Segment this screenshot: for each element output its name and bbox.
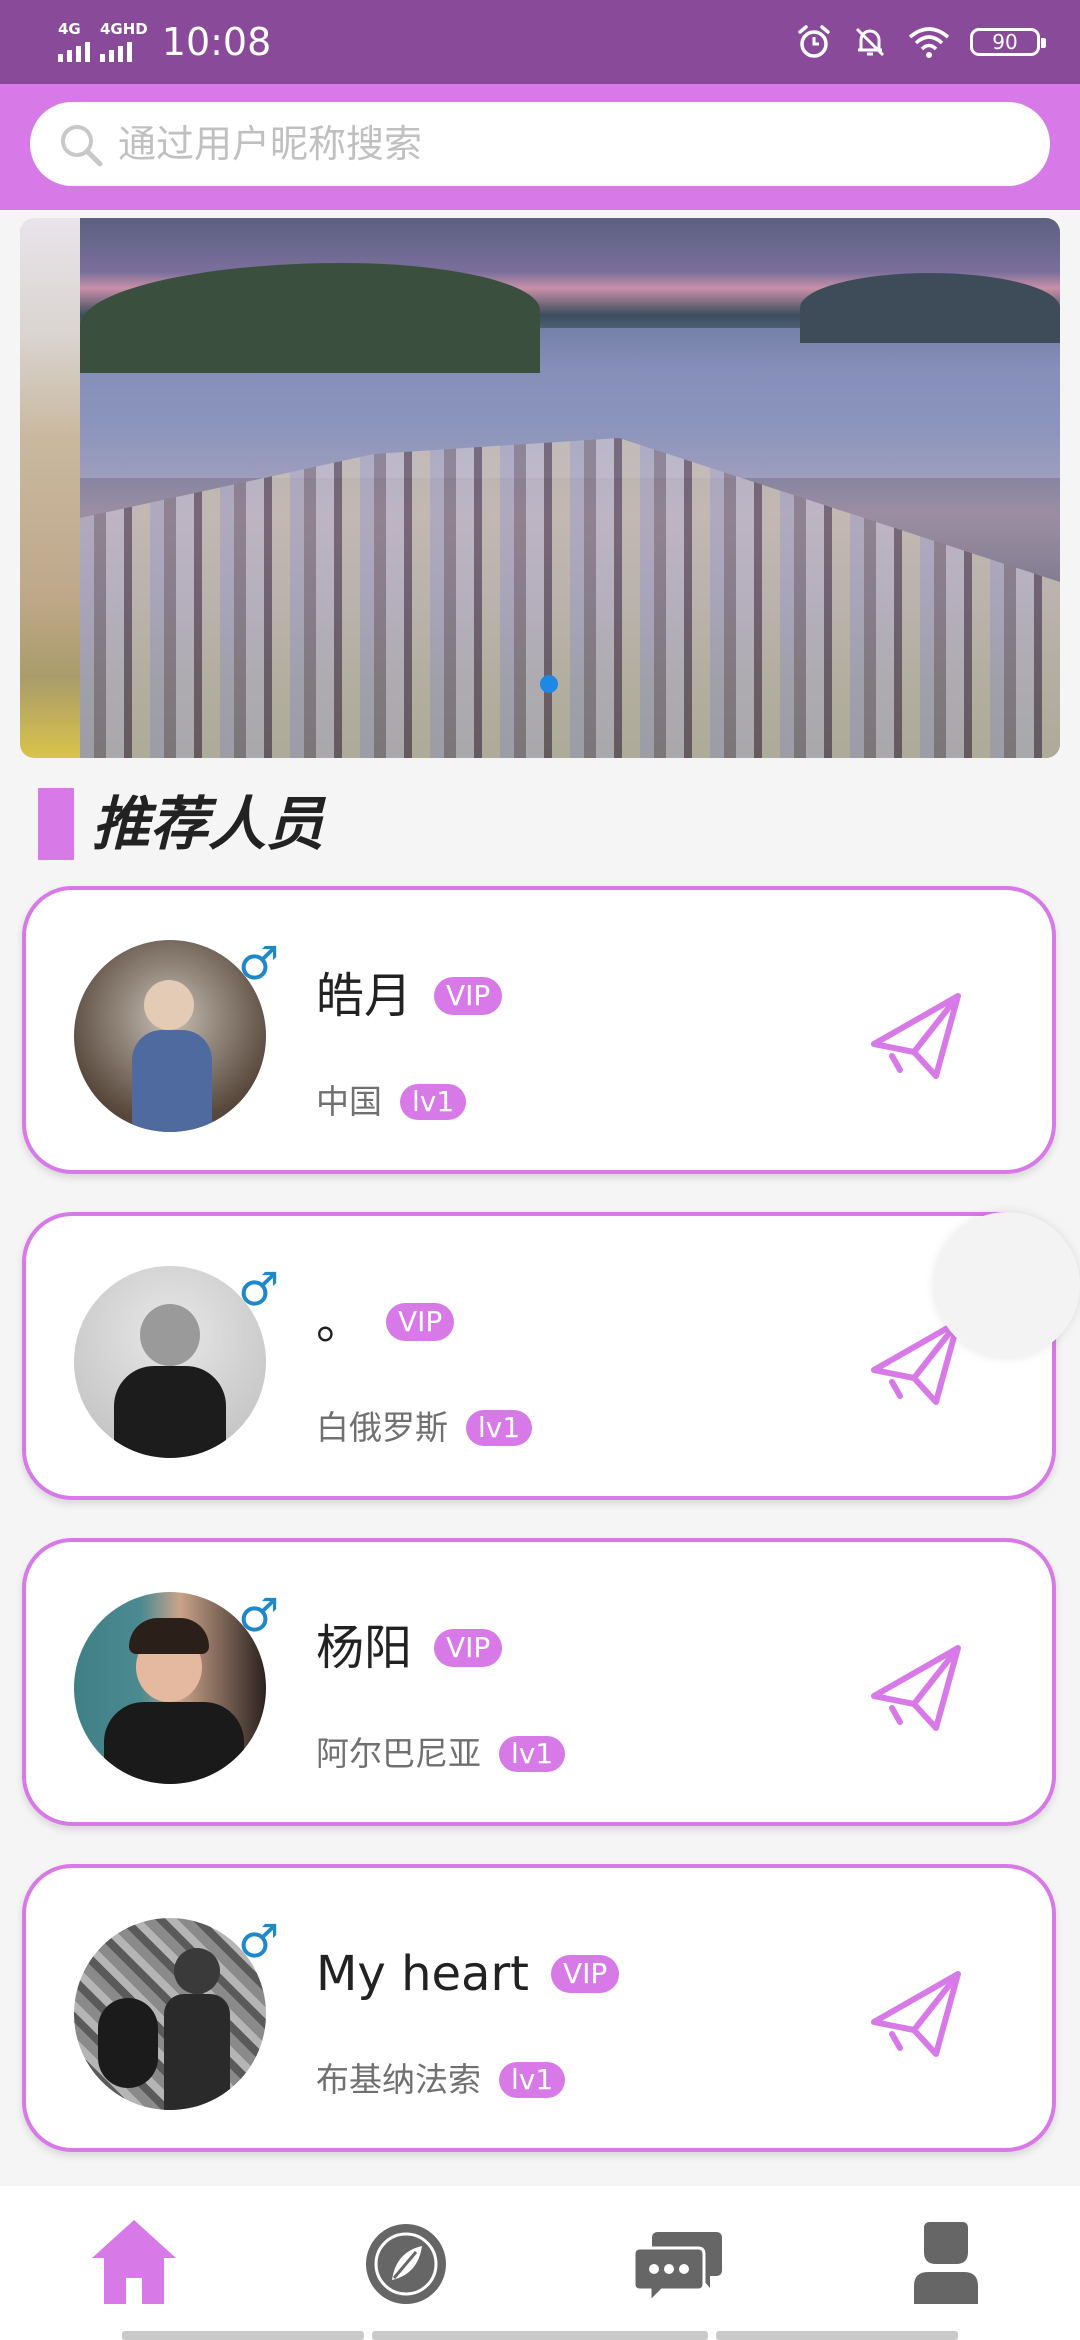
floating-assistive-button[interactable] <box>934 1212 1080 1358</box>
messages-icon <box>632 2232 722 2306</box>
male-icon: ♂ <box>238 1262 280 1316</box>
male-icon: ♂ <box>238 1914 280 1968</box>
level-badge: lv1 <box>499 1736 566 1772</box>
person-country: 中国 <box>316 1082 382 1121</box>
bottom-navigation <box>0 2186 1080 2340</box>
nav-discover[interactable] <box>356 2214 456 2314</box>
profile-icon <box>914 2222 978 2304</box>
home-icon <box>92 2220 176 2304</box>
banner-carousel[interactable] <box>20 218 1060 758</box>
search-bar: 通过用户昵称搜索 <box>0 84 1080 210</box>
search-input[interactable]: 通过用户昵称搜索 <box>118 102 422 186</box>
send-message-icon[interactable] <box>866 986 966 1086</box>
person-country: 布基纳法索 <box>316 2060 481 2099</box>
level-badge: lv1 <box>499 2062 566 2098</box>
alarm-icon <box>798 25 830 58</box>
gesture-bar <box>716 2331 958 2340</box>
person-country: 阿尔巴尼亚 <box>316 1734 481 1773</box>
person-card[interactable]: ♂ My heart VIP 布基纳法索 lv1 <box>22 1864 1056 2152</box>
gesture-bar <box>372 2331 708 2340</box>
send-message-icon[interactable] <box>866 1638 966 1738</box>
banner-image <box>80 218 1060 758</box>
person-card[interactable]: ♂ 杨阳 VIP 阿尔巴尼亚 lv1 <box>22 1538 1056 1826</box>
clock: 10:08 <box>161 20 272 64</box>
person-name: 。 <box>316 1294 365 1350</box>
level-badge: lv1 <box>400 1084 467 1120</box>
vip-badge: VIP <box>551 1955 620 1993</box>
carousel-indicator[interactable] <box>540 675 558 693</box>
signal-bars-icon <box>100 40 132 62</box>
send-message-icon[interactable] <box>866 1964 966 2064</box>
status-bar: 4G 4GHD 10:08 90 <box>0 0 1080 84</box>
vip-badge: VIP <box>434 1629 503 1667</box>
search-icon <box>61 125 103 167</box>
person-name: 杨阳 <box>316 1620 413 1676</box>
mute-bell-icon <box>855 27 885 57</box>
person-card[interactable]: ♂ 皓月 VIP 中国 lv1 <box>22 886 1056 1174</box>
nav-messages[interactable] <box>628 2214 728 2314</box>
battery-icon: 90 <box>970 28 1046 56</box>
nav-profile[interactable] <box>896 2214 996 2314</box>
gesture-bar <box>122 2331 364 2340</box>
level-badge: lv1 <box>466 1410 533 1446</box>
search-box[interactable]: 通过用户昵称搜索 <box>30 102 1050 186</box>
cell-signal-2: 4GHD <box>100 22 148 62</box>
wifi-icon <box>908 27 950 58</box>
cell-signal-1: 4G <box>58 22 90 62</box>
vip-badge: VIP <box>386 1303 455 1341</box>
discover-icon <box>366 2224 446 2304</box>
section-title: 推荐人员 <box>92 790 325 858</box>
person-card[interactable]: ♂ 。 VIP 白俄罗斯 lv1 <box>22 1212 1056 1500</box>
vip-badge: VIP <box>434 977 503 1015</box>
person-country: 白俄罗斯 <box>316 1408 448 1447</box>
nav-home[interactable] <box>84 2214 184 2314</box>
person-name: My heart <box>316 1946 529 2002</box>
male-icon: ♂ <box>238 936 280 990</box>
signal-bars-icon <box>58 40 90 62</box>
section-accent-bar <box>38 788 74 860</box>
male-icon: ♂ <box>238 1588 280 1642</box>
banner-prev-image <box>20 218 80 758</box>
person-name: 皓月 <box>316 968 413 1024</box>
